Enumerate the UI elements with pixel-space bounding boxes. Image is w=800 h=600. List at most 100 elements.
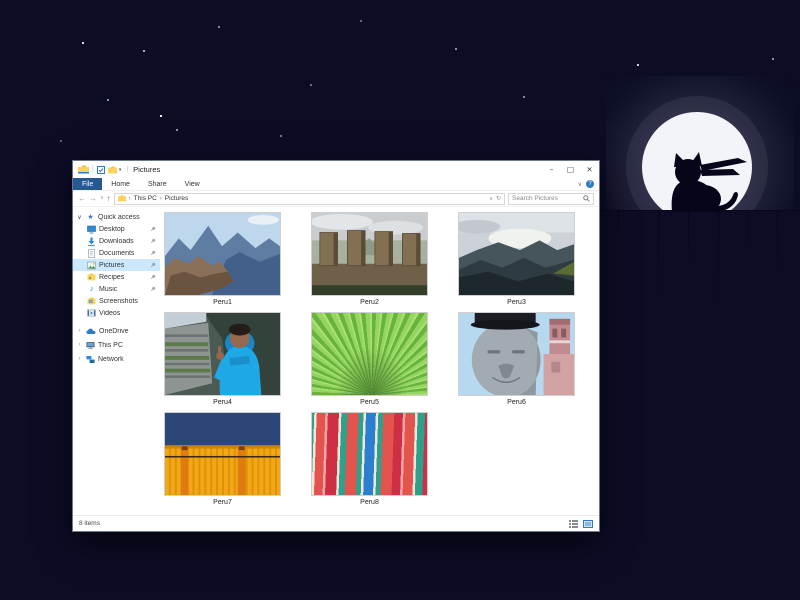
ribbon-tabs: File Home Share View ∨ ? [73, 178, 599, 191]
file-item[interactable]: Peru1 [164, 212, 281, 307]
stars [0, 0, 2, 2]
pin-icon [150, 274, 156, 280]
navigation-pane: ∨ ★ Quick access Desktop Downloads Docum… [73, 207, 160, 515]
chevron-right-icon[interactable]: › [76, 342, 83, 348]
sidebar-item-music[interactable]: ♪ Music [73, 283, 160, 295]
breadcrumb-pictures[interactable]: Pictures [165, 195, 188, 202]
file-name: Peru3 [458, 298, 575, 307]
sidebar-item-onedrive[interactable]: › OneDrive [73, 325, 160, 337]
sidebar-item-network[interactable]: › Network [73, 353, 160, 365]
status-bar: 8 items [73, 515, 599, 531]
expand-ribbon-icon[interactable]: ∨ [578, 181, 582, 188]
sidebar-item-recipes[interactable]: Recipes [73, 271, 160, 283]
details-view-icon[interactable] [569, 520, 578, 528]
music-note-icon: ♪ [87, 285, 96, 293]
window-title: Pictures [133, 165, 160, 174]
screenshots-folder-icon [87, 297, 96, 305]
file-thumbnail-peru2 [311, 212, 428, 296]
file-item[interactable]: Peru3 [458, 212, 575, 307]
file-name: Peru2 [311, 298, 428, 307]
folder-location-icon [118, 195, 126, 202]
tab-home[interactable]: Home [102, 178, 139, 190]
file-name: Peru4 [164, 398, 281, 407]
tab-view[interactable]: View [176, 178, 209, 190]
videos-icon [87, 309, 96, 317]
search-container [508, 193, 594, 205]
breadcrumb-this-pc[interactable]: This PC [134, 195, 157, 202]
large-icons-view-icon[interactable] [583, 520, 593, 528]
file-name: Peru1 [164, 298, 281, 307]
file-item[interactable]: Peru4 [164, 312, 281, 407]
refresh-icon[interactable]: ↻ [496, 195, 501, 202]
address-input[interactable]: › This PC › Pictures ∨ ↻ [114, 193, 505, 205]
pin-icon [150, 262, 156, 268]
chevron-right-icon[interactable]: › [76, 328, 83, 334]
ninja-cat-silhouette-icon [646, 150, 750, 212]
tab-share[interactable]: Share [139, 178, 176, 190]
qat-customize-caret[interactable]: ▾ [119, 167, 122, 173]
window-content: ∨ ★ Quick access Desktop Downloads Docum… [73, 207, 599, 515]
maximize-button[interactable]: □ [561, 161, 580, 178]
recipes-folder-icon [87, 273, 96, 281]
address-bar: ← → ∨ ↑ › This PC › Pictures ∨ ↻ [73, 191, 599, 207]
sidebar-item-screenshots[interactable]: Screenshots [73, 295, 160, 307]
back-icon[interactable]: ← [78, 195, 86, 203]
help-icon[interactable]: ? [586, 180, 594, 188]
minimize-button[interactable]: – [542, 161, 561, 178]
breadcrumb-separator: › [160, 196, 162, 202]
file-thumbnail-peru6 [458, 312, 575, 396]
file-item[interactable]: Peru5 [311, 312, 428, 407]
window-controls: – □ ✕ [542, 161, 599, 178]
file-thumbnail-peru1 [164, 212, 281, 296]
file-item[interactable]: Peru6 [458, 312, 575, 407]
divider: | [126, 166, 128, 173]
search-input[interactable] [512, 195, 583, 202]
pin-icon [150, 286, 156, 292]
quick-access-star-icon: ★ [86, 214, 95, 221]
tab-file[interactable]: File [73, 178, 102, 190]
file-thumbnail-peru3 [458, 212, 575, 296]
file-item[interactable]: Peru7 [164, 412, 281, 507]
pin-icon [150, 238, 156, 244]
this-pc-icon [86, 341, 95, 350]
sidebar-item-this-pc[interactable]: › This PC [73, 339, 160, 351]
forward-icon[interactable]: → [89, 195, 97, 203]
explorer-icon [78, 165, 89, 174]
sidebar-item-documents[interactable]: Documents [73, 247, 160, 259]
network-icon [86, 355, 95, 364]
onedrive-cloud-icon [86, 328, 96, 335]
file-name: Peru6 [458, 398, 575, 407]
sidebar-item-desktop[interactable]: Desktop [73, 223, 160, 235]
file-name: Peru7 [164, 498, 281, 507]
file-thumbnail-peru5 [311, 312, 428, 396]
documents-icon [87, 249, 96, 258]
title-bar: | ▾ | Pictures – □ ✕ [73, 161, 599, 178]
chevron-down-icon[interactable]: ∨ [76, 214, 83, 221]
sidebar-item-pictures[interactable]: Pictures [73, 259, 160, 271]
address-dropdown-icon[interactable]: ∨ [489, 196, 493, 202]
file-thumbnail-peru8 [311, 412, 428, 496]
downloads-icon [87, 237, 96, 246]
sidebar-item-quick-access[interactable]: ∨ ★ Quick access [73, 211, 160, 223]
items-count: 8 items [79, 520, 100, 527]
pin-icon [150, 250, 156, 256]
pin-icon [150, 226, 156, 232]
file-item[interactable]: Peru8 [311, 412, 428, 507]
close-button[interactable]: ✕ [580, 161, 599, 178]
sidebar-item-videos[interactable]: Videos [73, 307, 160, 319]
pictures-icon [87, 261, 96, 270]
file-thumbnail-peru7 [164, 412, 281, 496]
file-grid: Peru1 [160, 207, 599, 515]
up-icon[interactable]: ↑ [107, 195, 111, 203]
sidebar-item-downloads[interactable]: Downloads [73, 235, 160, 247]
chevron-right-icon[interactable]: › [76, 356, 83, 362]
properties-icon[interactable] [97, 166, 105, 174]
breadcrumb-separator: › [129, 196, 131, 202]
file-explorer-window: | ▾ | Pictures – □ ✕ File Home Share Vie… [72, 160, 600, 532]
new-folder-icon[interactable] [108, 166, 117, 174]
recent-locations-icon[interactable]: ∨ [100, 196, 104, 201]
desktop-icon [87, 225, 96, 234]
file-item[interactable]: Peru2 [311, 212, 428, 307]
search-icon[interactable] [583, 195, 590, 202]
file-thumbnail-peru4 [164, 312, 281, 396]
